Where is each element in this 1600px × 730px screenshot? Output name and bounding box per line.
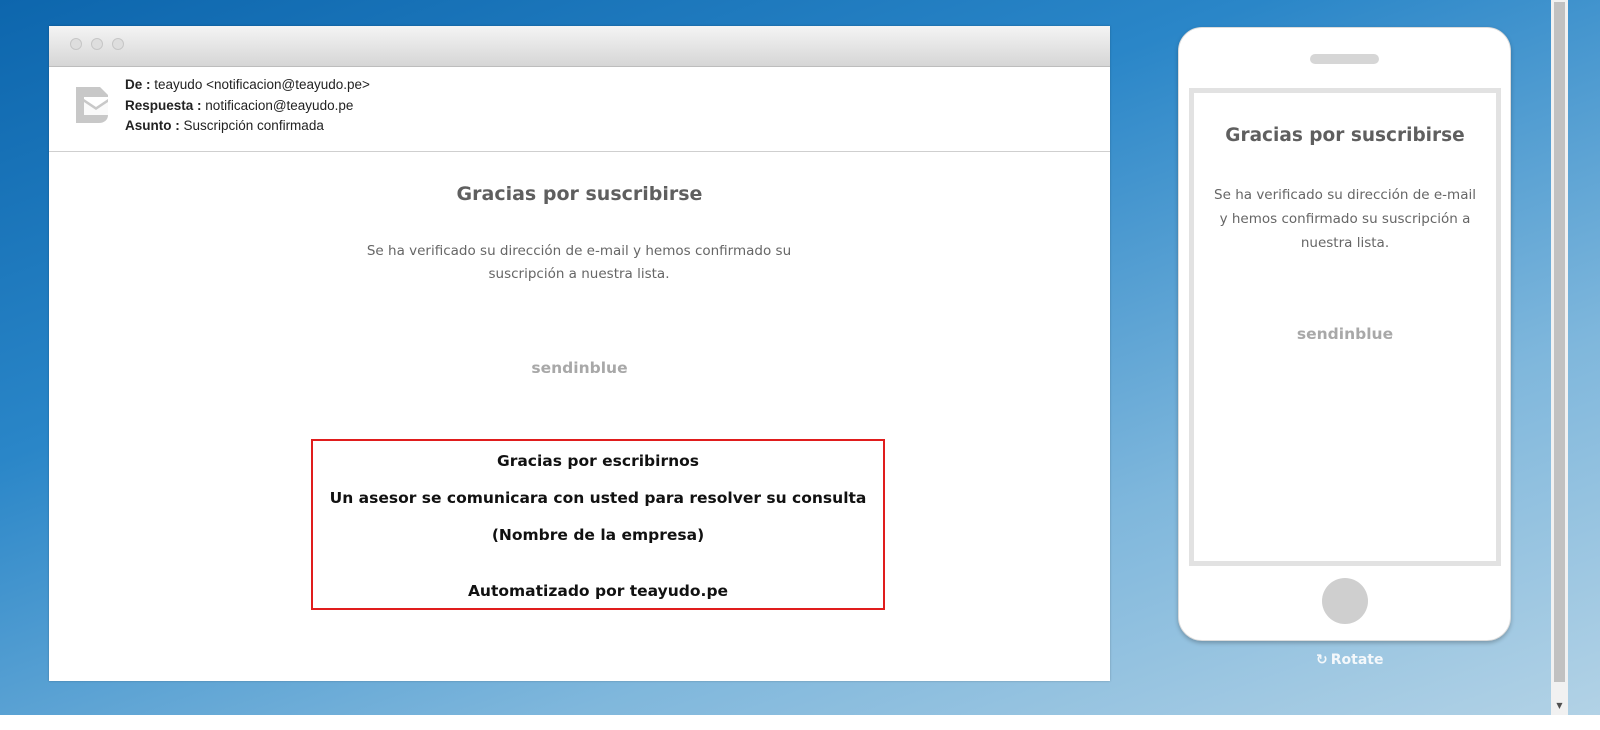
email-header: De : teayudo <notificacion@teayudo.pe> R… xyxy=(49,67,1110,152)
box-line-advisor: Un asesor se comunicara con usted para r… xyxy=(329,489,867,507)
phone-screen: Gracias por suscribirse Se ha verificado… xyxy=(1189,88,1501,566)
reply-label: Respuesta : xyxy=(125,97,202,113)
subject-label: Asunto : xyxy=(125,118,180,133)
from-label: De : xyxy=(125,77,151,92)
window-minimize-dot[interactable] xyxy=(91,38,103,50)
highlight-box: Gracias por escribirnos Un asesor se com… xyxy=(311,439,885,610)
email-title: Gracias por suscribirse xyxy=(456,183,703,205)
scroll-down-arrow-icon[interactable]: ▼ xyxy=(1551,699,1568,713)
phone-sendinblue-brand[interactable]: sendinblue xyxy=(1194,325,1496,343)
box-line-automated: Automatizado por teayudo.pe xyxy=(467,582,729,600)
phone-preview: Gracias por suscribirse Se ha verificado… xyxy=(1178,27,1511,641)
rotate-label: Rotate xyxy=(1330,652,1384,668)
subject-value: Suscripción confirmada xyxy=(183,118,324,133)
window-titlebar xyxy=(49,26,1110,67)
phone-email-title: Gracias por suscribirse xyxy=(1225,125,1465,146)
from-line: De : teayudo <notificacion@teayudo.pe> xyxy=(125,75,370,96)
email-preview-window: De : teayudo <notificacion@teayudo.pe> R… xyxy=(49,26,1110,681)
subject-line: Asunto : Suscripción confirmada xyxy=(125,116,370,137)
window-close-dot[interactable] xyxy=(70,38,82,50)
box-line-thanks: Gracias por escribirnos xyxy=(496,452,700,470)
rotate-icon: ↻ xyxy=(1316,652,1328,668)
reply-value: notificacion@teayudo.pe xyxy=(205,97,354,113)
from-value: teayudo <notificacion@teayudo.pe> xyxy=(154,77,370,92)
phone-home-button xyxy=(1322,578,1368,624)
envelope-icon xyxy=(76,87,108,123)
phone-speaker xyxy=(1310,54,1379,64)
bottom-strip xyxy=(0,715,1600,730)
vertical-scrollbar[interactable]: ▼ xyxy=(1551,0,1568,715)
email-text: Se ha verificado su dirección de e-mail … xyxy=(366,243,792,282)
rotate-button[interactable]: ↻ Rotate xyxy=(1316,652,1383,668)
reply-line: Respuesta : notificacion@teayudo.pe xyxy=(125,96,370,117)
sendinblue-brand[interactable]: sendinblue xyxy=(49,359,1110,377)
box-line-company: (Nombre de la empresa) xyxy=(491,526,705,544)
scrollbar-thumb[interactable] xyxy=(1554,2,1565,682)
phone-email-text: Se ha verificado su dirección de e-mail … xyxy=(1214,187,1476,251)
window-maximize-dot[interactable] xyxy=(112,38,124,50)
